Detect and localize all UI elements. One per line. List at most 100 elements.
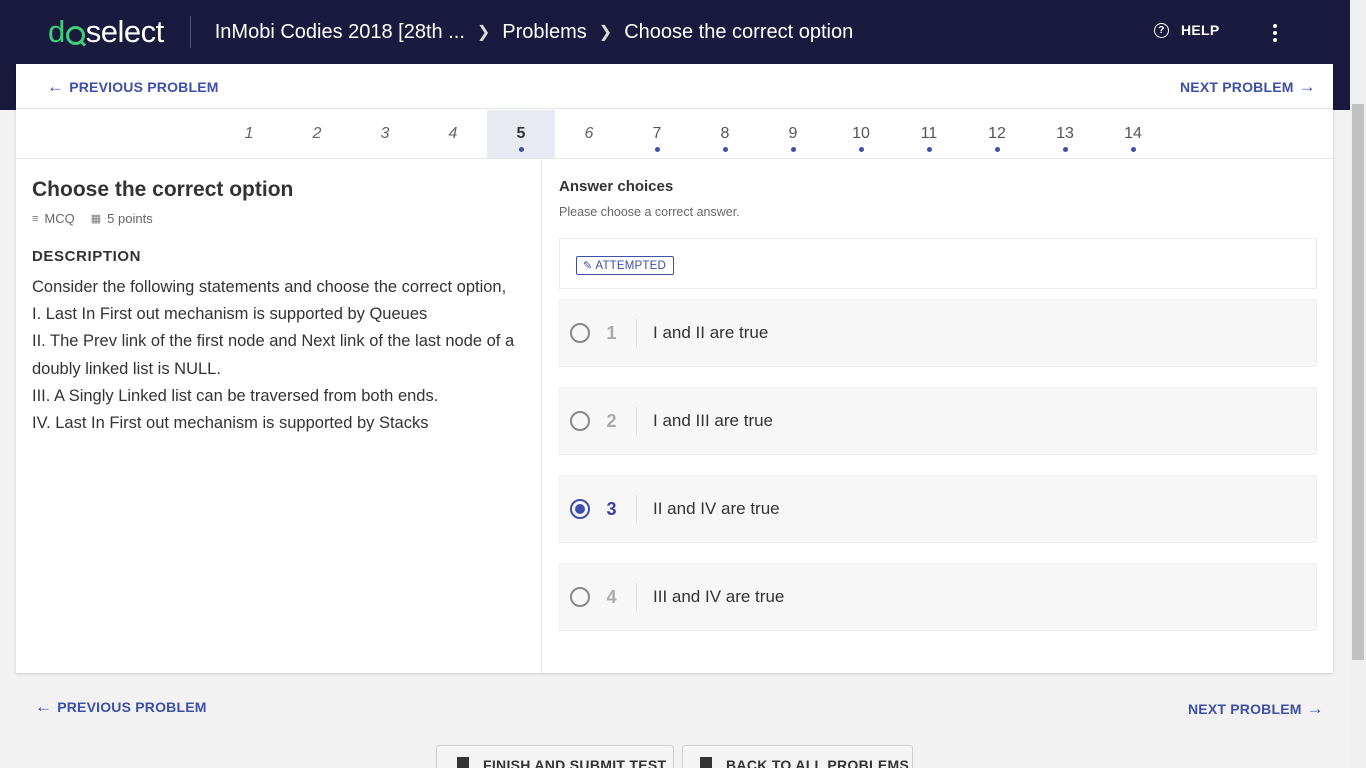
choice-text: I and II are true [653, 323, 769, 342]
arrow-left-icon: ← [35, 697, 53, 716]
question-tab-3[interactable]: 3 [351, 110, 419, 158]
chevron-right-icon: ❯ [598, 24, 613, 41]
question-tab-7[interactable]: 7 [623, 110, 691, 158]
question-tab-label: 7 [652, 125, 662, 142]
question-tab-12[interactable]: 12 [963, 110, 1031, 158]
answer-choice-3[interactable]: 3 II and IV are true [559, 475, 1317, 543]
previous-problem-bottom-label: PREVIOUS PROBLEM [57, 699, 207, 715]
description-line: IV. Last In First out mechanism is suppo… [32, 414, 429, 433]
problem-nav-top: ← PREVIOUS PROBLEM NEXT PROBLEM → [16, 64, 1333, 109]
breadcrumb-problems[interactable]: Problems [502, 21, 586, 44]
attempted-dot-icon [1063, 147, 1068, 152]
question-tab-label: 14 [1124, 125, 1142, 142]
radio-button[interactable] [570, 499, 590, 519]
finish-submit-label: FINISH AND SUBMIT TEST [483, 757, 667, 768]
answer-pane: Answer choices Please choose a correct a… [559, 160, 1333, 673]
choice-number: 1 [596, 319, 637, 347]
logo-ring-icon [65, 25, 85, 45]
breadcrumb-current: Choose the correct option [624, 20, 854, 43]
description-line: II. The Prev link of the first node and … [32, 332, 515, 378]
chevron-right-icon: ❯ [476, 24, 491, 41]
description-line: III. A Singly Linked list can be travers… [32, 386, 439, 405]
question-tab-5[interactable]: 5 [487, 110, 555, 158]
doselect-logo[interactable]: d select [48, 14, 164, 50]
question-tab-label: 11 [920, 125, 938, 142]
attempted-dot-icon [519, 147, 524, 152]
answer-choice-1[interactable]: 1 I and II are true [559, 299, 1317, 367]
attempted-dot-icon [723, 147, 728, 152]
problem-description-pane: Choose the correct option ≡ MCQ ▦ 5 poin… [16, 160, 542, 673]
problem-meta: ≡ MCQ ▦ 5 points [32, 211, 153, 226]
back-to-all-problems-label: BACK TO ALL PROBLEMS [726, 757, 910, 768]
breadcrumb: InMobi Codies 2018 [28th ... ❯ Problems … [215, 21, 853, 44]
description-line: Consider the following statements and ch… [32, 278, 507, 296]
next-problem-bottom-label: NEXT PROBLEM [1188, 701, 1302, 717]
choice-number: 2 [596, 407, 637, 435]
help-button[interactable]: ? HELP [1154, 22, 1220, 38]
answer-choice-4[interactable]: 4 III and IV are true [559, 563, 1317, 631]
radio-button[interactable] [570, 587, 590, 607]
question-tab-10[interactable]: 10 [827, 110, 895, 158]
attempted-dot-icon [995, 147, 1000, 152]
problem-type: MCQ [44, 211, 75, 226]
attempted-dot-icon [655, 147, 660, 152]
question-tab-label: 8 [720, 125, 730, 142]
next-problem-bottom-button[interactable]: NEXT PROBLEM → [1188, 699, 1329, 719]
flag-icon [457, 757, 469, 768]
description-heading: DESCRIPTION [32, 248, 142, 265]
logo-letter: d [48, 14, 65, 49]
question-tab-label: 13 [1056, 125, 1074, 142]
back-to-all-problems-button[interactable]: BACK TO ALL PROBLEMS [682, 745, 913, 768]
previous-problem-bottom-button[interactable]: ← PREVIOUS PROBLEM [30, 697, 207, 717]
grid-icon: ▦ [90, 213, 102, 225]
arrow-right-icon: → [1306, 699, 1324, 718]
question-number-tabs: 1 2 3 4 5 6 7 8 9 10 11 12 13 14 [16, 110, 1333, 159]
finish-submit-test-button[interactable]: FINISH AND SUBMIT TEST [436, 745, 674, 768]
scrollbar-thumb[interactable] [1352, 104, 1364, 660]
previous-problem-button[interactable]: ← PREVIOUS PROBLEM [42, 77, 219, 97]
logo-text: select [85, 14, 164, 49]
problem-points: 5 points [107, 211, 153, 226]
problem-title: Choose the correct option [32, 178, 294, 201]
arrow-right-icon: → [1298, 77, 1316, 96]
question-tab-6[interactable]: 6 [555, 110, 623, 158]
header-divider [189, 16, 191, 48]
choice-number: 4 [596, 583, 637, 611]
answer-choice-2[interactable]: 2 I and III are true [559, 387, 1317, 455]
question-circle-icon: ? [1154, 22, 1169, 38]
attempted-dot-icon [791, 147, 796, 152]
attempted-dot-icon [927, 147, 932, 152]
question-tab-label: 4 [448, 125, 458, 142]
question-tab-4[interactable]: 4 [419, 110, 487, 158]
problem-card: ← PREVIOUS PROBLEM NEXT PROBLEM → 123456… [16, 64, 1333, 673]
radio-button[interactable] [570, 323, 590, 343]
next-problem-button[interactable]: NEXT PROBLEM → [1180, 77, 1321, 97]
book-icon [700, 757, 712, 768]
arrow-left-icon: ← [47, 77, 65, 96]
previous-problem-label: PREVIOUS PROBLEM [69, 79, 219, 95]
question-tab-14[interactable]: 14 [1099, 110, 1167, 158]
choice-text: III and IV are true [653, 587, 785, 606]
question-tab-1[interactable]: 1 [215, 110, 283, 158]
question-tab-label: 3 [380, 125, 390, 142]
description-text: Consider the following statements and ch… [32, 274, 527, 437]
attempted-dot-icon [1131, 147, 1136, 152]
question-tab-label: 5 [516, 125, 526, 142]
list-icon: ≡ [32, 212, 39, 225]
question-tab-label: 12 [988, 125, 1006, 142]
question-tab-label: 2 [312, 125, 322, 142]
question-tab-2[interactable]: 2 [283, 110, 351, 158]
pencil-icon: ✎ [583, 260, 593, 272]
question-tab-13[interactable]: 13 [1031, 110, 1099, 158]
description-line: I. Last In First out mechanism is suppor… [32, 305, 428, 324]
kebab-menu-icon[interactable] [1272, 24, 1278, 42]
question-tab-8[interactable]: 8 [691, 110, 759, 158]
radio-button[interactable] [570, 411, 590, 431]
breadcrumb-test[interactable]: InMobi Codies 2018 [28th ... [215, 21, 465, 44]
choice-number: 3 [596, 495, 637, 523]
answer-heading: Answer choices [559, 178, 674, 195]
answer-status-box: ✎ ATTEMPTED [559, 238, 1317, 289]
choice-text: II and IV are true [653, 499, 780, 518]
question-tab-11[interactable]: 11 [895, 110, 963, 158]
question-tab-9[interactable]: 9 [759, 110, 827, 158]
